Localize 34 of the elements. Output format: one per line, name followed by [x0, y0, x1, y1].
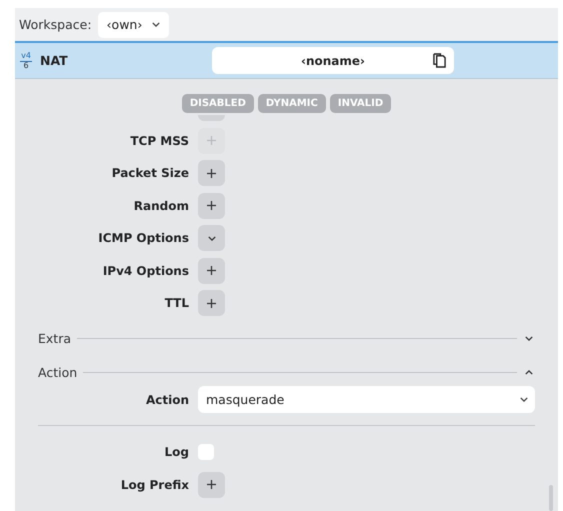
add-button[interactable]	[198, 290, 225, 316]
field-label: Random	[132, 198, 189, 212]
field-label: Log	[164, 445, 189, 459]
name-field[interactable]: ‹noname›	[212, 47, 454, 74]
field-label: Log Prefix	[120, 478, 189, 492]
plus-icon	[207, 480, 216, 489]
chevron-down-icon	[152, 22, 160, 27]
add-button[interactable]	[198, 192, 225, 218]
chevron-down-icon	[208, 236, 216, 240]
add-button[interactable]	[198, 258, 225, 284]
action-select[interactable]: masquerade	[198, 386, 535, 413]
plus-icon	[207, 266, 216, 275]
field-label: IPv4 Options	[102, 264, 189, 278]
section-title: Extra	[38, 330, 71, 346]
field-label: Packet Size	[110, 166, 189, 180]
plus-icon	[207, 136, 216, 145]
plus-icon	[207, 168, 216, 178]
plus-icon	[207, 298, 216, 308]
copy-icon[interactable]	[433, 53, 446, 68]
collapse-button[interactable]	[523, 370, 535, 374]
checkbox[interactable]	[198, 444, 214, 460]
field-label: Action	[144, 392, 189, 406]
header-title: NAT	[40, 53, 69, 68]
section-title: Action	[38, 364, 78, 380]
add-button[interactable]	[198, 472, 225, 498]
plus-icon	[207, 201, 216, 210]
field-label: TTL	[164, 296, 189, 310]
workspace-label: Workspace:	[19, 17, 92, 32]
field-label: TCP MSS	[129, 134, 189, 148]
add-button[interactable]	[198, 160, 225, 186]
chevron-down-icon	[520, 397, 528, 402]
workspace-select[interactable]: ‹own›	[98, 12, 170, 38]
field-label: ICMP Options	[97, 231, 189, 245]
expand-button[interactable]	[523, 336, 535, 340]
